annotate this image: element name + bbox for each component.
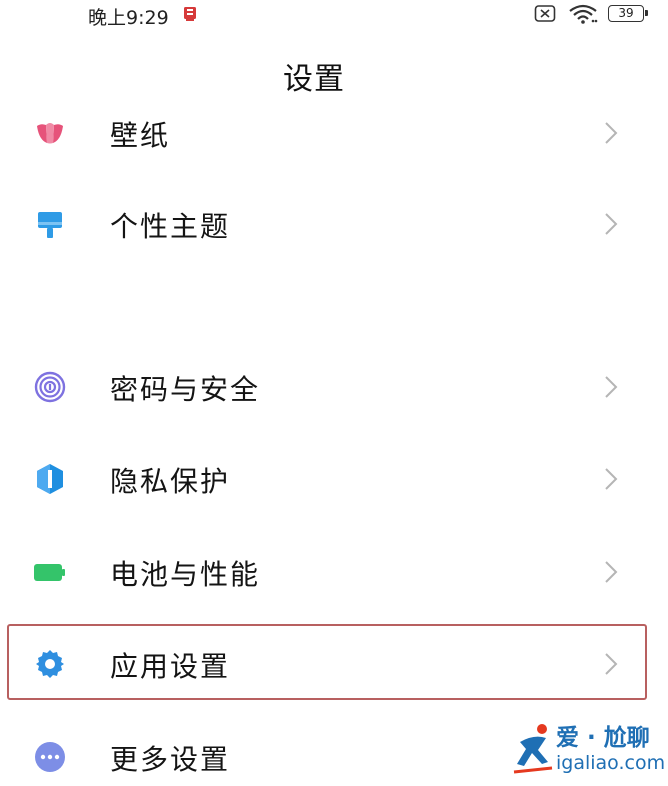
chevron-right-icon: [605, 376, 618, 398]
theme-brush-icon: [38, 212, 62, 238]
battery-level: 39: [618, 6, 634, 20]
watermark: 爱 · 尬聊 igaliao.com: [512, 716, 668, 783]
battery-icon: 39: [608, 5, 648, 22]
page-title: 设置: [283, 62, 345, 97]
chevron-right-icon: [605, 561, 618, 583]
settings-item-label: 密码与安全: [110, 373, 261, 406]
privacy-shield-icon: [37, 464, 63, 494]
settings-item-theme[interactable]: 个性主题: [0, 193, 668, 253]
settings-item-wallpaper[interactable]: 壁纸: [0, 102, 668, 162]
fingerprint-icon: [34, 371, 66, 403]
watermark-url: igaliao.com: [556, 752, 666, 774]
sim-off-icon: [534, 5, 556, 22]
battery-performance-icon: [34, 564, 65, 581]
wifi-icon: [569, 4, 598, 24]
settings-item-battery-performance[interactable]: 电池与性能: [0, 541, 668, 601]
chevron-right-icon: [605, 213, 618, 235]
chevron-right-icon: [605, 122, 618, 144]
settings-item-label: 壁纸: [110, 119, 171, 152]
runner-logo-icon: [513, 724, 553, 774]
chevron-right-icon: [605, 468, 618, 490]
chevron-right-icon: [605, 653, 618, 675]
settings-item-label: 电池与性能: [110, 558, 261, 591]
status-bar: 晚上9:29 39: [0, 0, 668, 32]
watermark-title: 爱 · 尬聊: [556, 725, 650, 751]
more-dots-icon: [35, 742, 65, 772]
notification-icon: [184, 7, 196, 21]
wallpaper-icon: [37, 123, 63, 144]
settings-item-label: 更多设置: [110, 743, 231, 776]
gear-icon: [36, 650, 64, 678]
settings-item-app-settings[interactable]: 应用设置: [0, 633, 668, 693]
settings-item-label: 隐私保护: [110, 465, 231, 498]
settings-item-privacy[interactable]: 隐私保护: [0, 448, 668, 508]
settings-item-label: 个性主题: [110, 210, 231, 243]
status-time: 晚上9:29: [88, 7, 169, 29]
settings-item-label: 应用设置: [110, 650, 231, 683]
settings-item-password-security[interactable]: 密码与安全: [0, 356, 668, 416]
